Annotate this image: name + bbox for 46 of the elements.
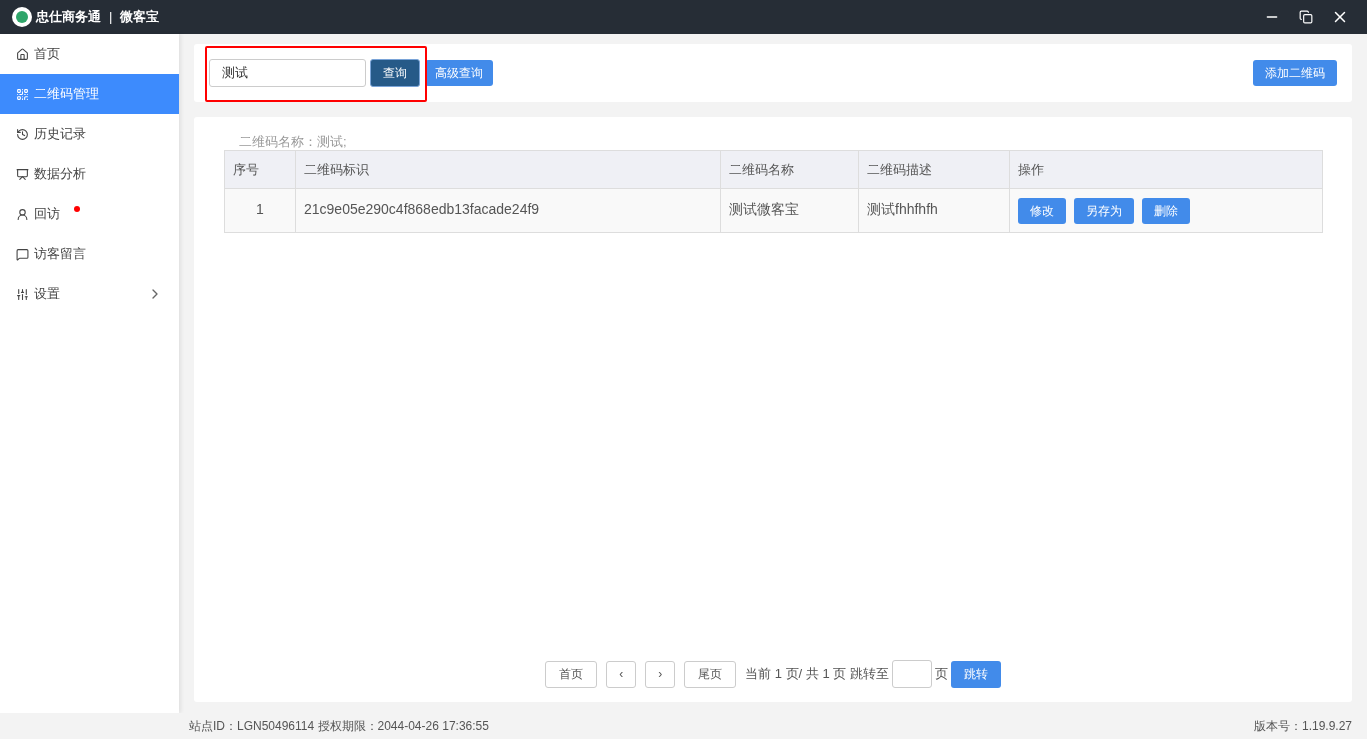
column-header: 二维码标识 [295,150,721,189]
sidebar-label: 历史记录 [34,125,86,144]
logo-icon [12,7,32,27]
home-icon [16,47,29,61]
app-brand: 忠仕商务通 [36,8,101,27]
sidebar-label: 回访 [34,205,60,224]
product-name: 微客宝 [120,8,160,27]
sidebar-item[interactable]: 回访 [0,194,179,234]
sidebar-item[interactable]: 访客留言 [0,234,179,274]
sidebar-label: 数据分析 [34,165,86,184]
sidebar-label: 访客留言 [34,245,86,264]
message-icon [16,247,29,261]
search-button[interactable]: 查询 [370,59,420,87]
sidebar-item[interactable]: 首页 [0,34,179,74]
sliders-icon [16,287,29,301]
column-header: 序号 [224,150,296,189]
qr-code-icon [16,87,29,101]
title-separator: | [109,8,113,27]
sidebar-label: 设置 [34,285,60,304]
sidebar-item[interactable]: 数据分析 [0,154,179,194]
first-page-button[interactable]: 首页 [545,660,598,688]
page-unit: 页 [934,665,948,684]
column-header: 二维码描述 [858,150,1010,189]
next-page-button[interactable]: › [645,660,676,688]
filter-summary: 二维码名称：测试; [238,134,348,150]
last-page-button[interactable]: 尾页 [684,660,737,688]
sidebar-label: 首页 [34,45,60,64]
previous-page-button[interactable]: ‹ [606,660,637,688]
history-icon [16,127,29,141]
version-text: 版本号：1.19.9.27 [1253,718,1352,735]
sidebar-item[interactable]: 设置 [0,274,179,314]
column-header: 二维码名称 [720,150,859,189]
status-text: 站点ID：LGN50496114 授权期限：2044-04-26 17:36:55 [189,718,489,735]
restore-icon[interactable] [1299,10,1313,24]
user-icon [16,207,29,221]
chart-board-icon [16,167,29,181]
table-cell: 21c9e05e290c4f868edb13facade24f9 [295,188,721,233]
table-cell: 1 [224,188,296,233]
search-field[interactable]: 测试 [209,59,366,87]
table-cell: 测试微客宝 [720,188,859,233]
column-header: 操作 [1009,150,1323,189]
page-info: 当前 1 页/ 共 1 页 跳转至 [745,665,889,684]
page-number-field[interactable] [891,660,932,688]
sidebar-item[interactable]: 历史记录 [0,114,179,154]
sidebar-label: 二维码管理 [34,85,99,104]
table-cell: 测试fhhfhfh [858,188,1010,233]
